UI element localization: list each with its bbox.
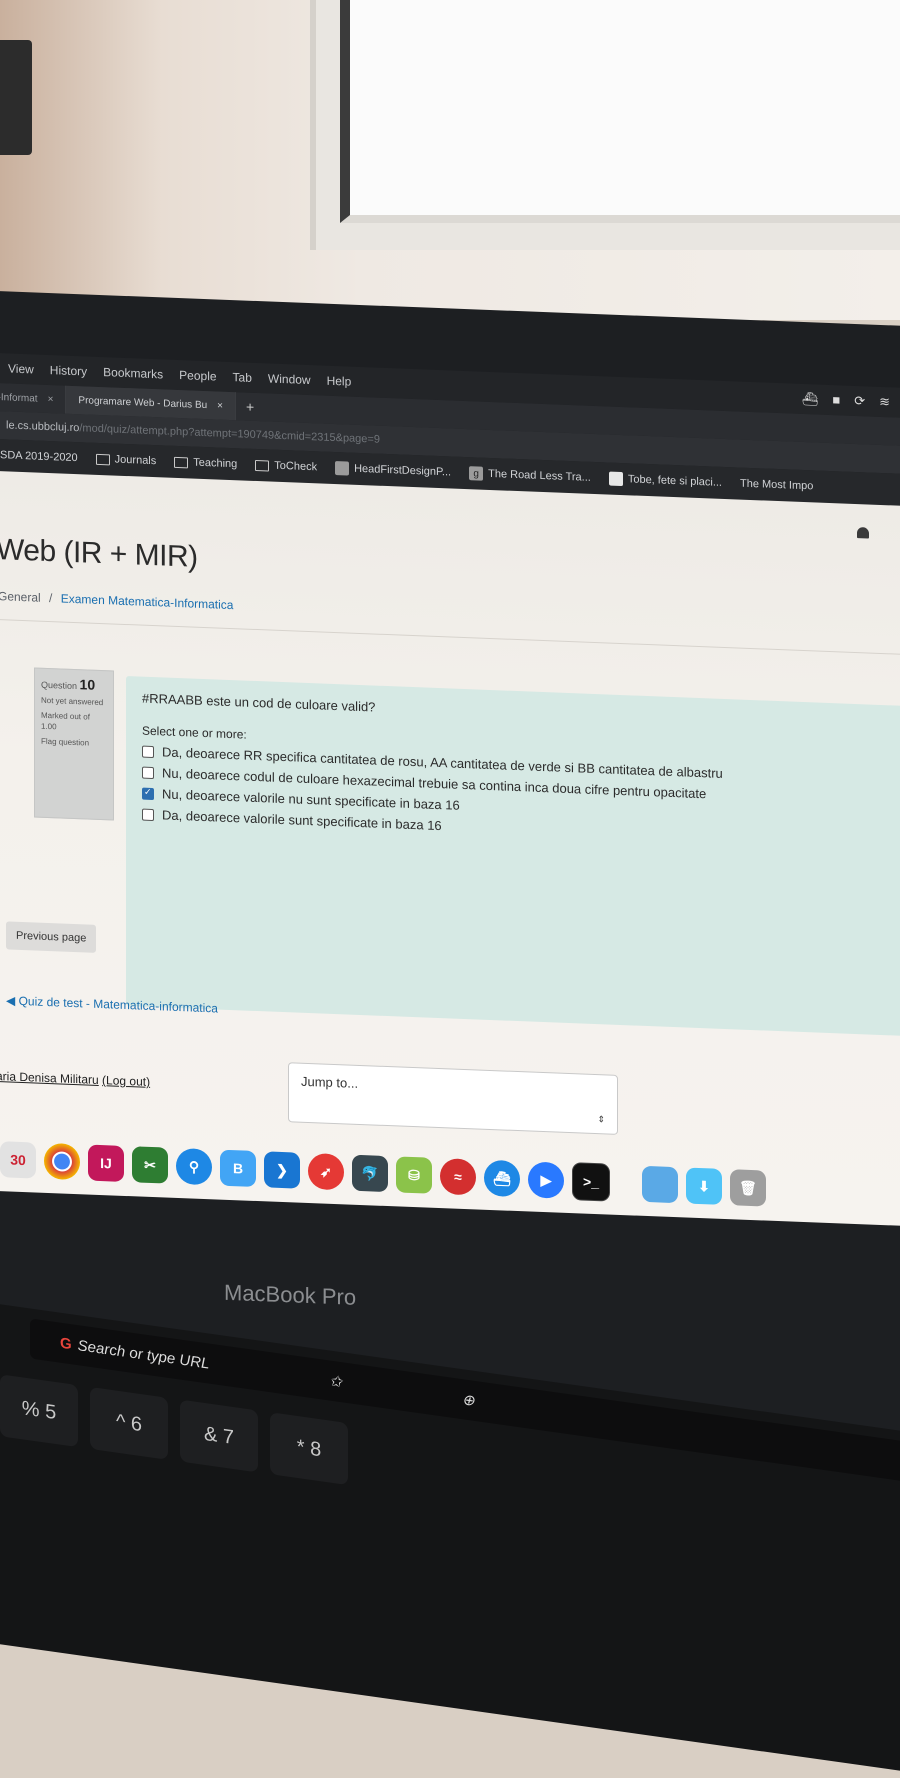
bookmark-label: Teaching — [193, 456, 238, 471]
touchbar-search[interactable]: G Search or type URL — [60, 1334, 209, 1372]
bookmark-label: ToCheck — [274, 459, 318, 474]
google-icon: G — [60, 1334, 72, 1353]
bookmark-label: HeadFirstDesignP... — [354, 462, 452, 479]
menu-window[interactable]: Window — [268, 371, 311, 387]
macbook-label: MacBook Pro — [224, 1279, 357, 1310]
downloads-icon[interactable]: ⬇ — [686, 1167, 722, 1205]
close-icon[interactable]: × — [217, 400, 223, 411]
tab-label: Programare Web - Darius Bu — [78, 394, 208, 411]
key-7[interactable]: & 7 — [180, 1399, 258, 1473]
question-number-value: 10 — [79, 676, 96, 693]
user-name-link[interactable]: aria Denisa Militaru — [0, 1069, 99, 1087]
plus-icon[interactable]: ⊕ — [462, 1390, 475, 1410]
breadcrumb-general[interactable]: General — [0, 589, 41, 605]
bookmark-sda[interactable]: SDA 2019-2020 — [0, 449, 78, 464]
breadcrumb: General / Examen Matematica-Informatica — [0, 589, 233, 612]
intellij-icon[interactable]: IJ — [88, 1144, 124, 1182]
tab-quiz[interactable]: tica-Informat × — [0, 382, 67, 414]
db-browser-icon[interactable]: ⛁ — [396, 1156, 432, 1194]
vscode-icon[interactable]: ❯ — [264, 1151, 300, 1189]
url-host: le.cs.ubbcluj.ro — [6, 419, 80, 435]
breadcrumb-separator: / — [49, 591, 53, 606]
menu-people[interactable]: People — [179, 368, 216, 383]
key-6[interactable]: ^ 6 — [90, 1386, 168, 1460]
authy-icon[interactable]: ≈ — [440, 1158, 476, 1196]
bookmark-most-impo[interactable]: The Most Impo — [740, 478, 813, 493]
zoom-icon[interactable]: ▶ — [528, 1161, 564, 1199]
key-8[interactable]: * 8 — [270, 1412, 348, 1486]
page-title: Web (IR + MIR) — [0, 532, 198, 574]
bookmark-label: The Road Less Tra... — [488, 467, 591, 484]
checkbox[interactable] — [142, 808, 154, 821]
breadcrumb-quiz[interactable]: Examen Matematica-Informatica — [61, 591, 234, 612]
docker-status-icon[interactable]: ⛴ — [802, 391, 819, 408]
folder-icon — [255, 459, 270, 471]
select-arrows-icon: ⇕ — [597, 1114, 605, 1125]
docker-icon[interactable]: ⛴ — [484, 1159, 520, 1198]
bookmark-tobe[interactable]: Tobe, fete si placi... — [608, 471, 722, 490]
postman-icon[interactable]: ➶ — [308, 1152, 344, 1191]
book-icon — [335, 461, 350, 476]
bookmark-tocheck[interactable]: ToCheck — [255, 459, 317, 473]
menu-bookmarks[interactable]: Bookmarks — [103, 365, 163, 381]
bookmark-label: SDA 2019-2020 — [0, 449, 78, 465]
trash-icon[interactable]: 🗑 — [730, 1169, 766, 1207]
bookmark-teaching[interactable]: Teaching — [174, 456, 237, 470]
checkbox[interactable] — [142, 766, 154, 779]
star-icon[interactable]: ✩ — [329, 1372, 342, 1392]
tab-label: tica-Informat — [0, 390, 38, 405]
bookmark-label: Journals — [114, 453, 157, 468]
question-label: Question — [41, 679, 78, 692]
question-info-box: Question 10 Not yet answered Marked out … — [34, 667, 114, 821]
camera-status-icon[interactable]: ■ — [832, 392, 840, 408]
sync-status-icon[interactable]: ⟳ — [854, 393, 865, 409]
site-icon — [608, 471, 623, 487]
menu-tab[interactable]: Tab — [233, 370, 252, 385]
question-content: #RRAABB este un cod de culoare valid? Se… — [126, 675, 900, 1037]
flag-question-link[interactable]: Flag question — [41, 736, 107, 750]
goodreads-icon: g — [469, 466, 484, 481]
checkbox-checked[interactable] — [142, 787, 154, 800]
url-path: /mod/quiz/attempt.php?attempt=190749&cmi… — [79, 422, 380, 446]
bootstrap-studio-icon[interactable]: B — [220, 1149, 256, 1187]
menu-history[interactable]: History — [50, 363, 87, 378]
jump-to-label: Jump to... — [301, 1073, 359, 1091]
bookmark-headfirst[interactable]: HeadFirstDesignP... — [335, 461, 451, 479]
laptop-screen: View History Bookmarks People Tab Window… — [0, 290, 900, 1310]
bookmark-road-less[interactable]: g The Road Less Tra... — [469, 466, 591, 485]
new-tab-button[interactable]: + — [236, 398, 254, 415]
terminal-icon[interactable]: >_ — [572, 1162, 610, 1202]
folder-icon[interactable] — [642, 1165, 678, 1204]
bookmark-label: The Most Impo — [740, 477, 814, 493]
xmind-icon[interactable]: ✂ — [132, 1146, 168, 1184]
window-glass — [340, 0, 900, 223]
menu-help[interactable]: Help — [327, 374, 352, 389]
question-state: Not yet answered — [41, 695, 104, 708]
chrome-icon[interactable] — [44, 1142, 80, 1181]
calendar-app-icon[interactable]: 30 — [0, 1141, 36, 1179]
close-icon[interactable]: × — [48, 393, 54, 404]
wifi-icon[interactable]: ≋ — [879, 394, 890, 410]
divider — [0, 618, 900, 656]
question-number: Question 10 — [41, 676, 95, 693]
folder-icon — [174, 456, 189, 468]
key-5[interactable]: % 5 — [0, 1374, 78, 1448]
checkbox[interactable] — [142, 745, 154, 758]
mysql-workbench-icon[interactable]: 🐬 — [352, 1154, 388, 1193]
touchbar-search-label: Search or type URL — [77, 1336, 210, 1373]
menu-view[interactable]: View — [8, 361, 34, 376]
quiz-page: Web (IR + MIR) General / Examen Matemati… — [0, 470, 900, 1227]
folder-icon — [95, 453, 110, 465]
dark-object — [0, 40, 32, 155]
answer-label: Da, deoarece valorile sunt specificate i… — [162, 807, 442, 834]
status-icons: ⛴ ■ ⟳ ≋ — [802, 391, 890, 410]
logged-in-user: aria Denisa Militaru (Log out) — [0, 1069, 150, 1089]
bell-icon[interactable] — [856, 526, 870, 541]
sourcetree-icon[interactable]: ⚲ — [176, 1147, 212, 1186]
bookmark-label: Tobe, fete si placi... — [627, 473, 722, 489]
previous-page-button[interactable]: Previous page — [6, 921, 97, 953]
question-marks: Marked out of 1.00 — [41, 710, 90, 732]
bookmark-journals[interactable]: Journals — [95, 453, 157, 468]
logout-link[interactable]: (Log out) — [102, 1073, 150, 1089]
